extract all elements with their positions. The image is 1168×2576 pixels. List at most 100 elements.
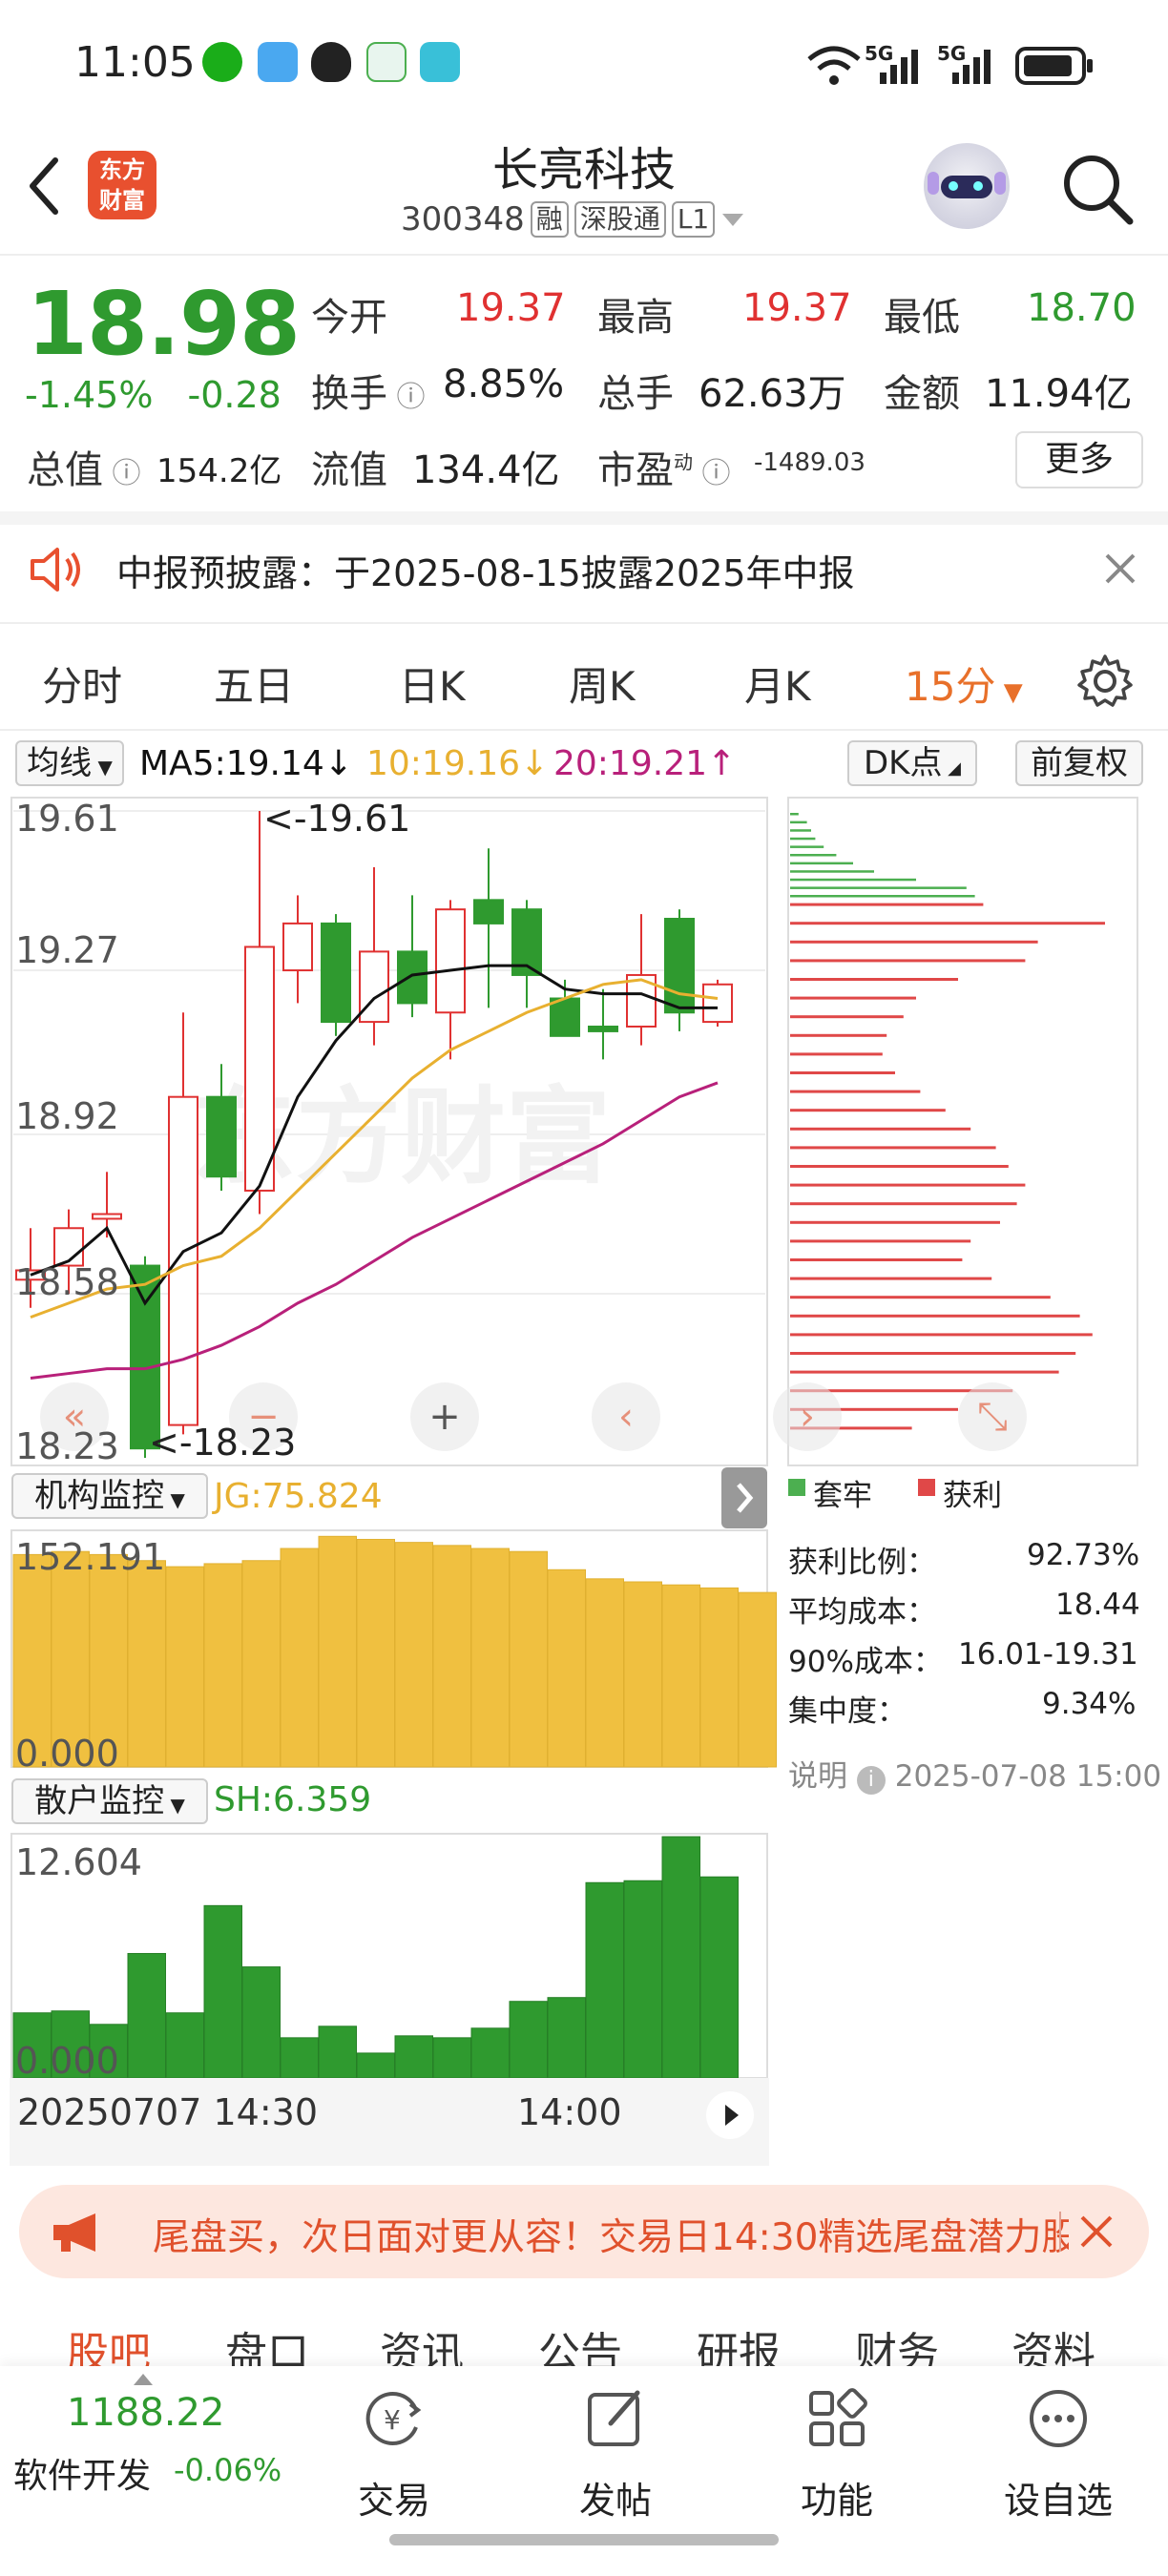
float-label: 流值	[311, 448, 387, 492]
play-button[interactable]	[706, 2091, 754, 2139]
close-promo-icon[interactable]	[1076, 2212, 1116, 2252]
indicator-bar	[585, 1578, 624, 1768]
next-icon-glyph: ›	[800, 1395, 815, 1439]
wifi-icon	[807, 46, 861, 85]
high-label: 最高	[597, 296, 674, 340]
chip-bar-profit	[790, 959, 1026, 963]
collapse-caret-icon[interactable]	[134, 2374, 153, 2385]
indicator-bar	[623, 1581, 662, 1768]
dk-point-select[interactable]: DK点 ◢	[847, 740, 977, 786]
notice-text: 中报预披露：于2025-08-15披露2025年中报	[116, 552, 855, 594]
indicator-bar	[165, 1566, 204, 1768]
tab-monthly-k[interactable]: 月K	[744, 654, 811, 713]
settings-gear-icon[interactable]	[1076, 653, 1134, 710]
indicator-bar	[738, 1591, 777, 1768]
indicator-bar	[547, 1997, 586, 2079]
indicator-bar	[127, 1560, 166, 1768]
chip-bar-profit	[790, 1314, 1080, 1318]
indicator-bar	[585, 1881, 624, 2079]
candle-body	[664, 918, 695, 1014]
battery-icon	[1015, 47, 1093, 85]
chevron-right-icon	[737, 1483, 754, 1513]
ma-select[interactable]: 均线 ▼	[15, 740, 124, 786]
candle-body	[702, 983, 733, 1024]
close-icon[interactable]	[1103, 551, 1137, 586]
avg-cost-value: 18.44	[1055, 1588, 1140, 1622]
sector-index-value[interactable]: 1188.22	[67, 2391, 224, 2435]
chip-bar-profit	[790, 1202, 1017, 1206]
candle	[511, 900, 542, 1008]
chip-bar-trapped	[790, 895, 975, 898]
chip-bar-trapped	[790, 837, 816, 841]
change-percent: -1.45%	[25, 374, 154, 416]
promo-divider	[1059, 2212, 1061, 2252]
turnover-value: 8.85%	[443, 363, 565, 406]
ma10-value: 10:19.16↓	[366, 744, 550, 783]
tabs-divider	[0, 729, 1168, 731]
functions-icon[interactable]	[803, 2385, 870, 2452]
legend-trapped: 套牢	[813, 1479, 872, 1513]
indicator-bar	[432, 1545, 471, 1768]
post-icon[interactable]	[582, 2385, 649, 2452]
nav-post[interactable]: 发帖	[544, 2471, 687, 2524]
chip-note[interactable]: 说明 i 2025-07-08 15:00	[788, 1752, 1161, 1795]
indicator-bar	[241, 1966, 281, 2079]
indicator-bar	[203, 1563, 242, 1768]
min-price-label: <-18.23	[149, 1422, 297, 1464]
nav-add-watchlist[interactable]: 设自选	[987, 2471, 1130, 2524]
prev-icon[interactable]: ‹	[592, 1382, 660, 1451]
search-icon[interactable]	[1059, 151, 1136, 227]
fullscreen-icon[interactable]: ⤡	[958, 1382, 1027, 1451]
open-label: 今开	[311, 296, 387, 340]
tab-intraday[interactable]: 分时	[42, 654, 122, 713]
tab-15min[interactable]: 15分 ▼	[905, 654, 1023, 713]
chip-bar-trapped	[790, 870, 874, 873]
expand-panel-button[interactable]	[721, 1467, 767, 1528]
indicator-bar	[470, 1548, 510, 1768]
chip-bar-profit	[790, 1333, 1093, 1337]
promo-banner[interactable]: 尾盘买，次日面对更从容！交易日14:30精选尾盘潜力股	[19, 2185, 1149, 2278]
sector-name[interactable]: 软件开发	[13, 2448, 151, 2498]
chip-bar-trapped	[790, 845, 824, 848]
indicator-bar	[318, 1535, 357, 1768]
caret-down-icon[interactable]	[720, 210, 745, 229]
chip-bar-profit	[790, 1109, 946, 1112]
zoom-in-icon-glyph: +	[428, 1395, 461, 1439]
more-button[interactable]: 更多	[1015, 431, 1143, 488]
sh-indicator-select[interactable]: 散户监控 ▼	[11, 1778, 208, 1824]
notice-bar[interactable]: 中报预披露：于2025-08-15披露2025年中报	[0, 515, 1168, 622]
indicator-bar	[203, 1904, 242, 2079]
candle-body	[282, 922, 313, 972]
tab-five-day[interactable]: 五日	[214, 654, 294, 713]
more-options-icon[interactable]	[1025, 2385, 1092, 2452]
status-time: 11:05	[74, 38, 196, 87]
tag-connect: 深股通	[574, 201, 666, 238]
jg-y-top: 152.191	[15, 1536, 166, 1578]
tab-daily-k[interactable]: 日K	[399, 654, 466, 713]
chip-bar-profit	[790, 1146, 996, 1150]
y-tick-5: 18.23	[15, 1425, 119, 1467]
candle-body	[550, 997, 580, 1037]
jg-value: JG:75.824	[214, 1477, 383, 1516]
legend-profit-swatch	[918, 1479, 935, 1496]
assistant-robot-icon[interactable]	[924, 143, 1010, 229]
play-icon	[725, 2105, 739, 2126]
tab-weekly-k[interactable]: 周K	[569, 654, 636, 713]
tag-level: L1	[671, 201, 716, 238]
nav-functions[interactable]: 功能	[765, 2471, 908, 2524]
jg-indicator-select[interactable]: 机构监控 ▼	[11, 1473, 208, 1519]
candle-body	[397, 950, 428, 1005]
mktcap-value: 154.2亿	[156, 452, 282, 490]
ma5-value: MA5:19.14↓	[139, 744, 353, 783]
price-adjust-select[interactable]: 前复权	[1015, 740, 1143, 786]
trade-icon[interactable]: ¥	[361, 2385, 428, 2452]
next-icon[interactable]: ›	[773, 1382, 842, 1451]
nav-trade[interactable]: 交易	[323, 2471, 466, 2524]
stock-subtitle: 300348 融 深股通 L1	[401, 198, 745, 240]
weather-icon	[258, 42, 298, 82]
status-bar: 11:05 5G 5G	[0, 0, 1168, 124]
zoom-in-icon[interactable]: +	[410, 1382, 479, 1451]
candle	[244, 811, 275, 1215]
candle-body	[92, 1213, 122, 1220]
chip-bar-profit	[790, 1015, 904, 1019]
